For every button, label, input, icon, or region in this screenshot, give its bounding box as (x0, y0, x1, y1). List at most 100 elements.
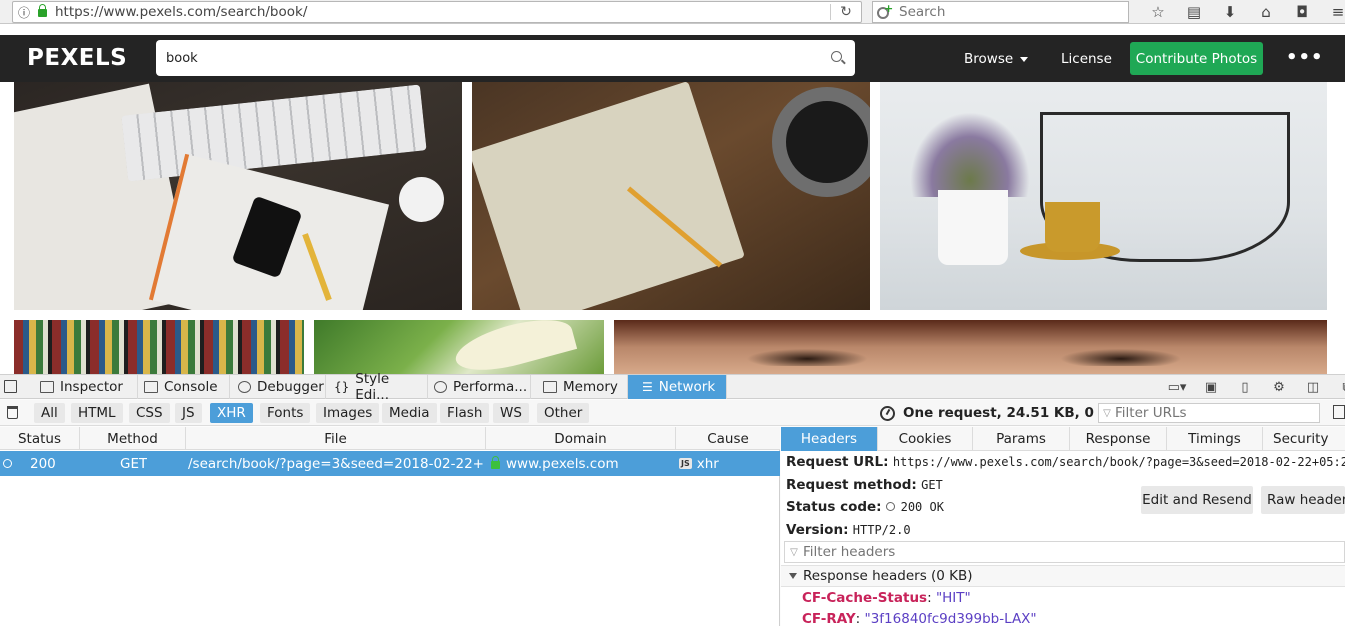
tab-style-editor[interactable]: {} Style Edi... (326, 371, 428, 403)
undock-icon[interactable]: ⧉ (1330, 380, 1345, 395)
menu-icon[interactable]: ≡ (1320, 3, 1345, 21)
row-method: GET (120, 455, 148, 472)
photo-plant-basket[interactable] (880, 82, 1327, 310)
filter-css[interactable]: CSS (129, 403, 170, 423)
photo-bookshelf[interactable] (14, 320, 304, 374)
filter-html[interactable]: HTML (71, 403, 123, 423)
tab-performance[interactable]: Performa... (428, 375, 531, 399)
js-badge-icon: JS (679, 458, 692, 469)
network-filter-bar: All HTML CSS JS XHR Fonts Images Media F… (0, 400, 1345, 426)
header-line[interactable]: CF-Cache-Status: "HIT" (802, 590, 971, 606)
contribute-photos-button[interactable]: Contribute Photos (1130, 42, 1263, 75)
dock-side-icon[interactable]: ◫ (1296, 380, 1330, 395)
photo-green-book[interactable] (314, 320, 604, 374)
more-options-icon[interactable]: ••• (1286, 47, 1324, 68)
settings-gear-icon[interactable]: ⚙ (1262, 380, 1296, 395)
star-icon[interactable]: ☆ (1140, 3, 1176, 21)
tab-network[interactable]: ☰ Network (628, 375, 727, 399)
filter-all[interactable]: All (34, 403, 65, 423)
raw-headers-button[interactable]: Raw headers (1261, 486, 1345, 514)
filter-headers-input[interactable] (803, 544, 1344, 560)
filter-images[interactable]: Images (316, 403, 380, 423)
filter-other[interactable]: Other (537, 403, 590, 423)
photo-desk-keyboard[interactable] (14, 82, 462, 310)
col-method[interactable]: Method (80, 427, 186, 450)
col-status[interactable]: Status (0, 427, 80, 450)
info-icon[interactable]: ⓘ (13, 4, 35, 21)
secure-lock-icon[interactable] (35, 4, 49, 18)
tab-timings[interactable]: Timings (1167, 427, 1263, 451)
element-picker-icon[interactable] (4, 380, 17, 393)
style-editor-icon: {} (334, 380, 350, 394)
status-code-value: 200 OK (900, 500, 944, 514)
reading-list-icon[interactable]: ▤ (1176, 3, 1212, 21)
tab-params[interactable]: Params (973, 427, 1070, 451)
filter-headers-box[interactable]: ▽ (784, 541, 1345, 563)
version-value: HTTP/2.0 (852, 523, 911, 537)
browser-search-bar[interactable] (872, 1, 1129, 23)
filter-js[interactable]: JS (175, 403, 202, 423)
tab-memory[interactable]: Memory (531, 375, 628, 399)
request-table-header: Status Method File Domain Cause (0, 427, 780, 450)
edit-and-resend-button[interactable]: Edit and Resend (1141, 486, 1253, 514)
photo-notebook-camera[interactable] (472, 82, 870, 310)
funnel-icon: ▽ (1103, 407, 1111, 419)
photo-woman-eyes[interactable] (614, 320, 1327, 374)
funnel-icon: ▽ (790, 546, 798, 558)
response-headers-section[interactable]: Response headers (0 KB) (781, 565, 1345, 587)
browse-menu[interactable]: Browse (964, 51, 1029, 67)
search-engine-icon[interactable] (875, 2, 893, 19)
version-row: Version: HTTP/2.0 (786, 522, 911, 538)
url-text[interactable]: https://www.pexels.com/search/book/ (49, 4, 830, 20)
tab-cookies[interactable]: Cookies (878, 427, 973, 451)
tab-console[interactable]: Console (138, 375, 230, 399)
photo-detail-notebook (472, 82, 745, 310)
request-summary[interactable]: One request, 24.51 KB, 0 s (880, 405, 1107, 421)
network-icon: ☰ (642, 380, 653, 394)
console-icon (144, 381, 158, 393)
filter-urls-input[interactable] (1115, 405, 1319, 421)
filter-urls-box[interactable]: ▽ (1098, 403, 1320, 423)
split-console-icon[interactable]: ▣ (1194, 380, 1228, 395)
tab-debugger[interactable]: Debugger (230, 375, 326, 399)
tab-security[interactable]: Security (1263, 427, 1345, 451)
chevron-down-icon (1020, 56, 1029, 62)
filter-fonts[interactable]: Fonts (260, 403, 311, 423)
site-header: PEXELS Browse License Contribute Photos … (0, 35, 1345, 82)
tab-inspector[interactable]: Inspector (28, 375, 138, 399)
header-line[interactable]: CF-RAY: "3f16840fc9d399bb-LAX" (802, 611, 1037, 626)
responsive-mode-icon[interactable]: ▯ (1228, 380, 1262, 395)
url-bar[interactable]: ⓘ https://www.pexels.com/search/book/ ↻ (12, 1, 862, 23)
filter-xhr[interactable]: XHR (210, 403, 253, 423)
site-search-box[interactable] (156, 40, 855, 76)
filter-media[interactable]: Media (382, 403, 437, 423)
col-file[interactable]: File (186, 427, 486, 450)
home-icon[interactable]: ⌂ (1248, 3, 1284, 21)
filter-flash[interactable]: Flash (440, 403, 490, 423)
clear-trash-icon[interactable] (7, 406, 18, 419)
filter-ws[interactable]: WS (493, 403, 529, 423)
photo-detail-pot (938, 190, 1008, 265)
site-search-input[interactable] (156, 50, 821, 66)
license-link[interactable]: License (1061, 51, 1112, 67)
pexels-logo[interactable]: PEXELS (27, 45, 127, 71)
tab-headers[interactable]: Headers (781, 427, 878, 451)
photo-detail-eyes (684, 342, 1244, 366)
table-row[interactable]: 200 GET /search/book/?page=3&seed=2018-0… (0, 451, 780, 476)
photo-detail-camera (772, 87, 870, 197)
browser-search-input[interactable] (893, 4, 1128, 20)
devtools-tabbar: Inspector Console Debugger {} Style Edi..… (0, 371, 1345, 403)
toggle-sidebar-icon[interactable] (1333, 405, 1345, 419)
dock-options-icon[interactable]: ▭▾ (1160, 380, 1194, 395)
col-cause[interactable]: Cause (676, 427, 780, 450)
row-cause: JS xhr (679, 455, 719, 472)
col-domain[interactable]: Domain (486, 427, 676, 450)
download-icon[interactable]: ⬇ (1212, 3, 1248, 21)
reload-icon[interactable]: ↻ (831, 4, 861, 20)
request-url-value[interactable]: https://www.pexels.com/search/book/?page… (893, 455, 1345, 469)
pocket-icon[interactable]: ◘ (1284, 3, 1320, 21)
tab-response[interactable]: Response (1070, 427, 1167, 451)
search-icon[interactable] (821, 48, 855, 68)
debugger-icon (238, 381, 251, 393)
row-status: 200 (30, 455, 56, 472)
